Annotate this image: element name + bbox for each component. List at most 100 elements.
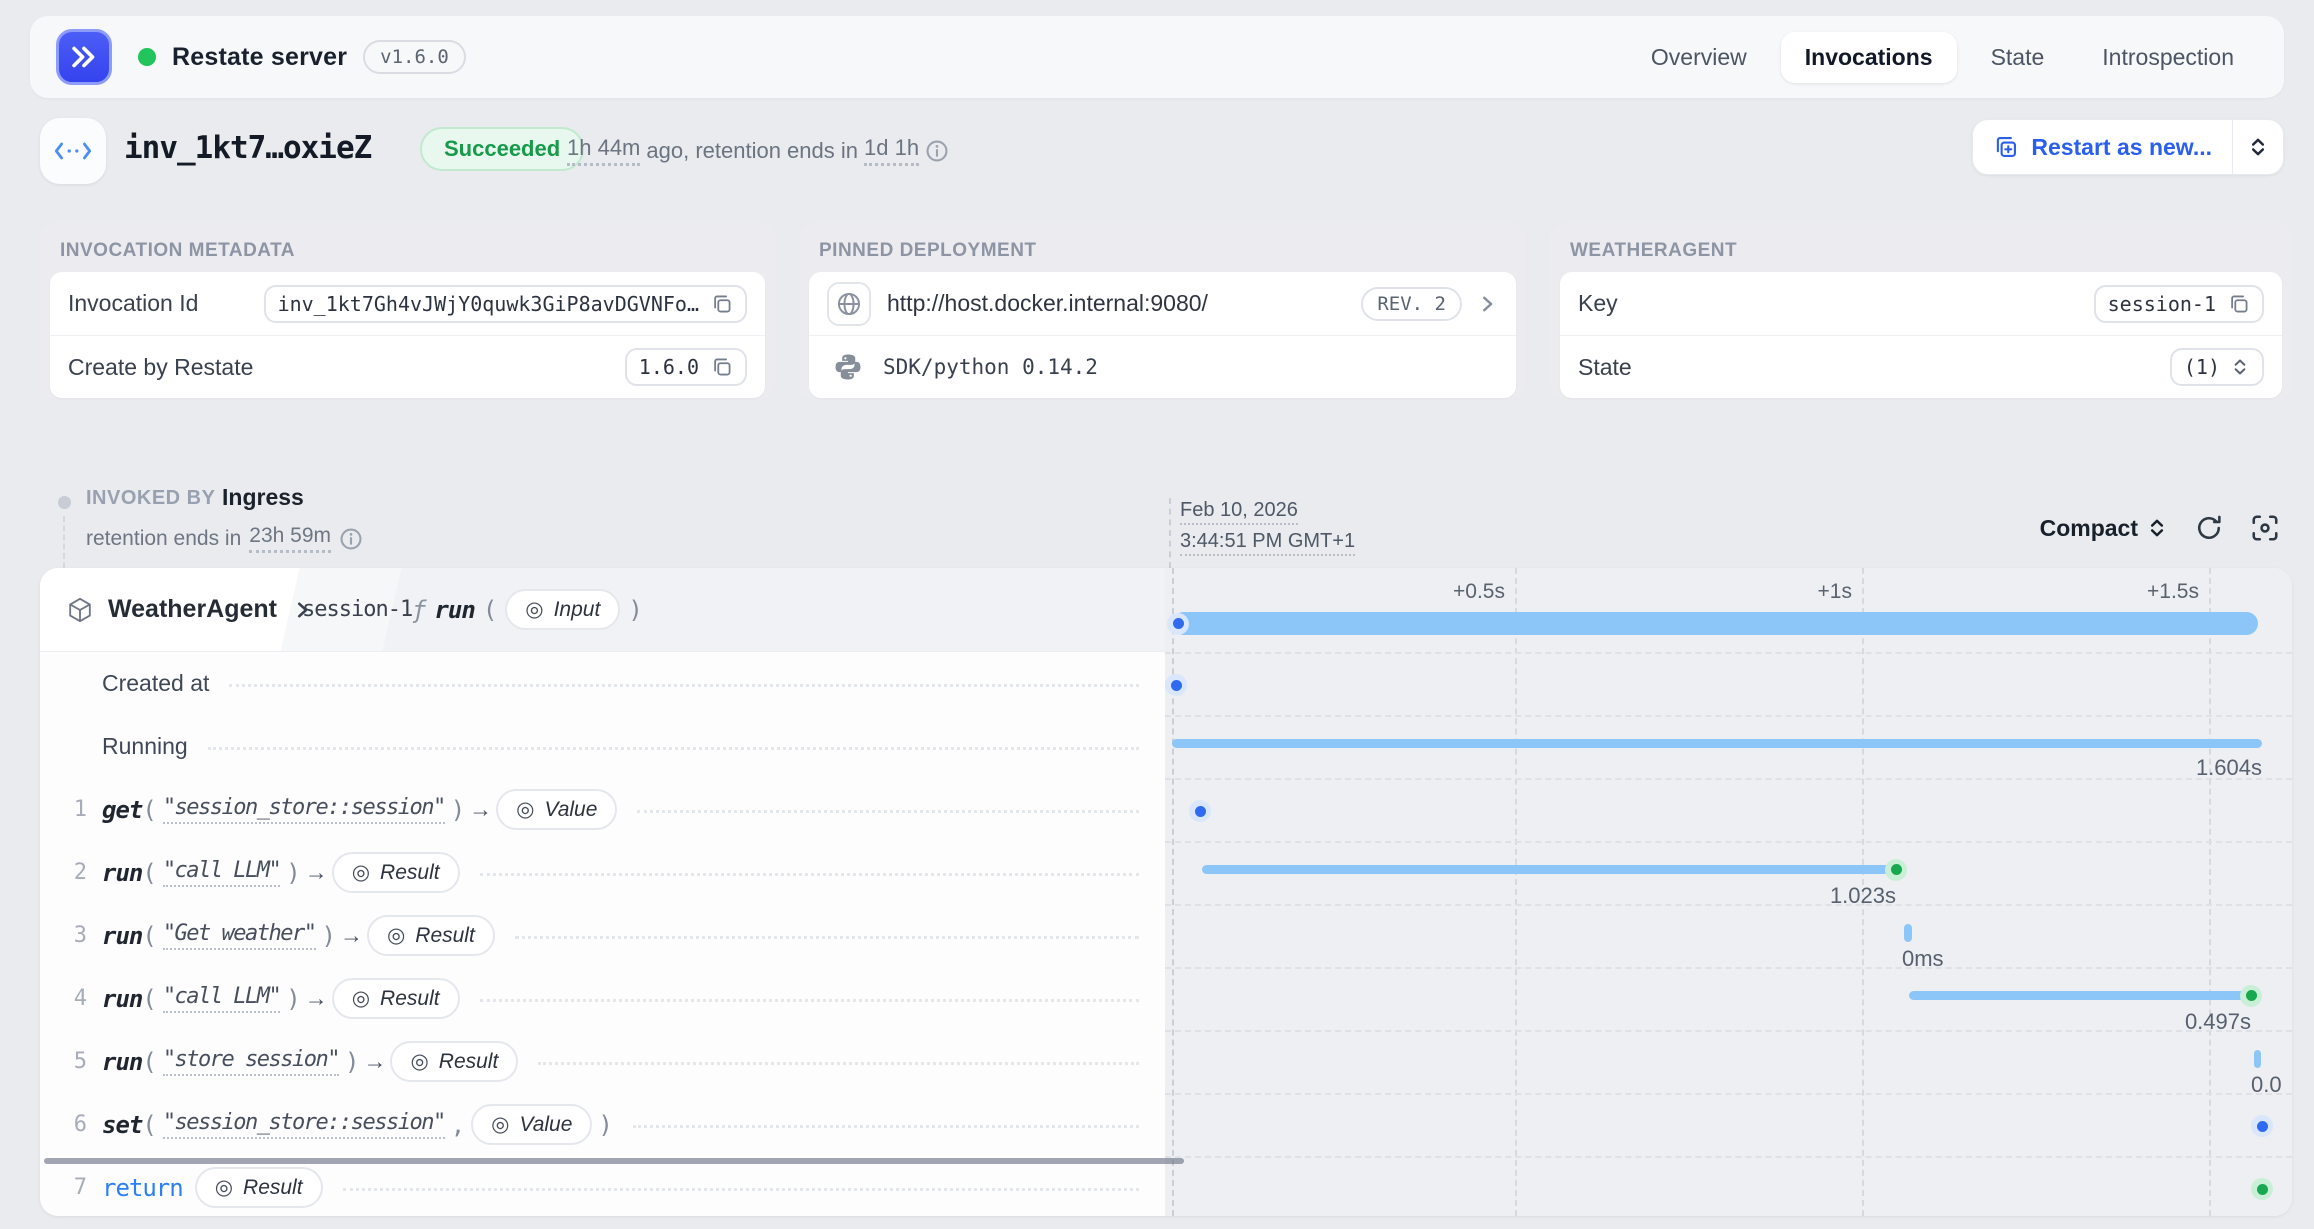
get-marker[interactable]	[1189, 800, 1211, 822]
refresh-button[interactable]	[2194, 513, 2224, 543]
nav-tabs: Overview Invocations State Introspection	[1627, 32, 2258, 83]
copy-plus-icon	[1993, 134, 2019, 160]
result-pill-button[interactable]: ◎ Result	[195, 1167, 323, 1208]
run-duration-bar[interactable]	[1202, 865, 1896, 874]
created-at-marker[interactable]	[1165, 674, 1187, 696]
end-marker	[2240, 985, 2262, 1007]
tab-overview[interactable]: Overview	[1627, 32, 1771, 83]
invoked-by-label: INVOKED BY	[86, 487, 215, 510]
service-key[interactable]: session-1	[302, 597, 412, 622]
python-icon	[833, 352, 863, 382]
copy-icon[interactable]	[2228, 293, 2250, 315]
timeline-zero-line	[1169, 498, 1171, 568]
invocation-id-icon	[40, 118, 106, 184]
restate-logo-icon	[56, 29, 112, 85]
timeline-time[interactable]: 3:44:51 PM GMT+1	[1180, 530, 1355, 553]
trace-row-run-call-llm-2: 4 run ( "call LLM" ) → ◎ Result	[40, 967, 1165, 1030]
restart-options-caret[interactable]	[2233, 136, 2283, 158]
service-name[interactable]: WeatherAgent	[108, 595, 277, 624]
agent-key-value[interactable]: session-1	[2094, 285, 2264, 323]
running-duration-bar[interactable]	[1172, 739, 2262, 748]
return-marker[interactable]	[2251, 1178, 2273, 1200]
invocation-retention[interactable]: 1d 1h	[864, 135, 919, 166]
agent-state-value[interactable]: (1)	[2170, 348, 2264, 386]
restart-split-button: Restart as new...	[1972, 119, 2284, 175]
run-duration-bar[interactable]	[1904, 924, 1912, 942]
timeline-row-return	[1165, 1156, 2292, 1216]
leader-line	[229, 684, 1139, 687]
start-marker	[1167, 613, 1189, 635]
trace-row-run-get-weather: 3 run ( "Get weather" ) → ◎ Result	[40, 904, 1165, 967]
invocation-id-short: inv_1kt7…oxieZ	[124, 130, 371, 166]
trace-row-set: 6 set ( "session_store::session" , ◎ Val…	[40, 1093, 1165, 1156]
trace-panel: +0.5s +1s +1.5s 1.604s 1.023s	[40, 568, 2292, 1216]
status-badge: Succeeded	[420, 127, 584, 171]
result-pill-button[interactable]: ◎ Result	[332, 852, 460, 893]
service-cube-icon	[66, 596, 94, 624]
timeline-row-set	[1165, 1093, 2292, 1156]
result-pill-button[interactable]: ◎ Result	[332, 978, 460, 1019]
invocation-duration-bar[interactable]	[1172, 612, 2258, 635]
timeline-row-run-call-llm: 1.023s	[1165, 841, 2292, 904]
refresh-icon	[2194, 513, 2224, 543]
focus-button[interactable]	[2250, 513, 2280, 543]
eye-icon: ◎	[516, 797, 534, 822]
endpoint-url: http://host.docker.internal:9080/	[887, 290, 1208, 317]
eye-icon: ◎	[352, 986, 370, 1011]
tab-state[interactable]: State	[1967, 32, 2069, 83]
trace-row-run-store-session: 5 run ( "store session" ) → ◎ Result	[40, 1030, 1165, 1093]
copy-icon[interactable]	[711, 293, 733, 315]
chevron-right-icon[interactable]	[1476, 293, 1498, 315]
timeline-row-invocation	[1165, 568, 2292, 652]
invocation-id-value[interactable]: inv_1kt7Gh4vJWjY0quwk3GiP8avDGVNFo…	[264, 285, 747, 323]
trace-header-row: WeatherAgent session-1 ƒ run ( ◎ Input )	[40, 568, 1165, 652]
leader-line	[538, 1062, 1139, 1065]
agent-key-row: Key session-1	[1560, 272, 2282, 335]
invocation-age[interactable]: 1h 44m	[567, 135, 640, 166]
restart-as-new-button[interactable]: Restart as new...	[1973, 134, 2232, 161]
chevron-up-down-icon	[2146, 517, 2168, 539]
info-icon	[925, 139, 949, 163]
eye-icon: ◎	[215, 1175, 233, 1200]
timeline-row-running: 1.604s	[1165, 715, 2292, 778]
run-duration-bar[interactable]	[1909, 991, 2251, 1000]
trace-row-return: 7 return ◎ Result	[40, 1156, 1165, 1216]
run-duration-bar[interactable]	[2254, 1050, 2261, 1068]
leader-line	[208, 747, 1139, 750]
horizontal-scrollbar[interactable]	[44, 1158, 1184, 1164]
agent-state-row: State (1)	[1560, 335, 2282, 398]
retention-value[interactable]: 23h 59m	[249, 524, 331, 553]
compact-select[interactable]: Compact	[2040, 515, 2168, 542]
card-title: INVOCATION METADATA	[50, 232, 765, 272]
deployment-endpoint-row[interactable]: http://host.docker.internal:9080/ REV. 2	[809, 272, 1516, 335]
result-pill-button[interactable]: ◎ Result	[367, 915, 495, 956]
tab-introspection[interactable]: Introspection	[2078, 32, 2258, 83]
set-marker[interactable]	[2251, 1115, 2273, 1137]
copy-icon[interactable]	[711, 356, 733, 378]
eye-icon: ◎	[491, 1112, 509, 1137]
result-pill-button[interactable]: ◎ Result	[390, 1041, 518, 1082]
restate-version-value[interactable]: 1.6.0	[625, 348, 747, 386]
value-pill-button[interactable]: ◎ Value	[471, 1104, 592, 1145]
handler-name: run	[434, 596, 474, 624]
eye-icon: ◎	[410, 1049, 428, 1074]
timeline-date[interactable]: Feb 10, 2026	[1180, 499, 1298, 522]
tab-invocations[interactable]: Invocations	[1781, 32, 1957, 83]
timeline-row-run-call-llm-2: 0.497s	[1165, 967, 2292, 1030]
timeline-row-run-store-session: 0.0	[1165, 1030, 2292, 1093]
card-title: WEATHERAGENT	[1560, 232, 2282, 272]
value-pill-button[interactable]: ◎ Value	[496, 789, 617, 830]
trace-row-get: 1 get ( "session_store::session" ) → ◎ V…	[40, 778, 1165, 841]
invocation-id-row: Invocation Id inv_1kt7Gh4vJWjY0quwk3GiP8…	[50, 272, 765, 335]
leader-line	[480, 873, 1139, 876]
input-pill[interactable]: ◎ Input	[505, 589, 620, 630]
timeline-area: +0.5s +1s +1.5s 1.604s 1.023s	[1165, 568, 2292, 1216]
invoked-by-value: Ingress	[222, 484, 304, 511]
weatheragent-card: WEATHERAGENT Key session-1 State (1)	[1550, 222, 2292, 400]
leader-line	[480, 999, 1139, 1002]
card-title: PINNED DEPLOYMENT	[809, 232, 1516, 272]
chevron-up-down-icon	[2247, 136, 2269, 158]
created-by-row: Create by Restate 1.6.0	[50, 335, 765, 398]
handler-call: ƒ run ( ◎ Input )	[412, 589, 643, 630]
server-version-badge: v1.6.0	[363, 40, 466, 74]
